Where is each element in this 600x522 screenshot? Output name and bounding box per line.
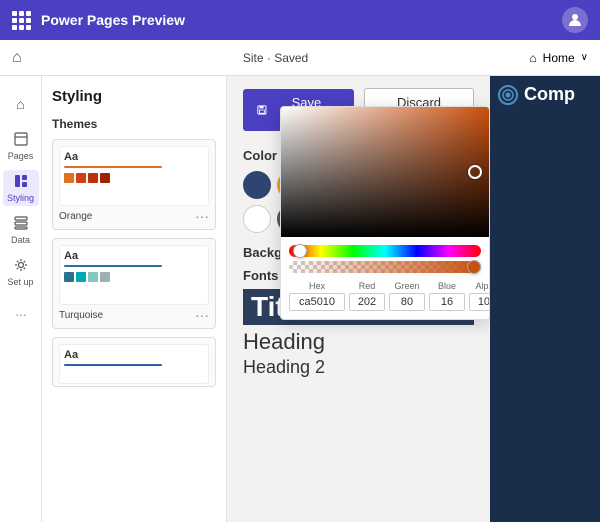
green-input[interactable] bbox=[389, 293, 425, 311]
nav-item-pages[interactable]: Pages bbox=[3, 128, 39, 164]
theme-preview-orange: Aa bbox=[59, 146, 209, 206]
theme-more-orange[interactable]: ··· bbox=[195, 209, 209, 223]
save-icon bbox=[257, 104, 267, 116]
preview-company-name: Comp bbox=[524, 84, 575, 105]
alpha-label: Alpha bbox=[469, 281, 490, 291]
preview-logo bbox=[498, 85, 518, 105]
theme-line-3 bbox=[64, 364, 162, 366]
nav-item-data[interactable]: Data bbox=[3, 212, 39, 248]
picker-alpha-slider[interactable] bbox=[289, 261, 481, 273]
picker-alpha-thumb[interactable] bbox=[467, 260, 481, 274]
home-nav-icon: ⌂ bbox=[16, 96, 24, 112]
blue-label: Blue bbox=[429, 281, 465, 291]
color-picker: Hex Red Green Blue Alpha bbox=[280, 106, 490, 320]
nav-item-more[interactable]: ··· bbox=[3, 296, 39, 332]
theme-preview-3: Aa bbox=[59, 344, 209, 384]
theme-line-orange bbox=[64, 166, 162, 168]
hex-input[interactable] bbox=[289, 293, 345, 311]
nav-item-home[interactable]: ⌂ bbox=[3, 86, 39, 122]
theme-footer-turquoise: Turquoise ··· bbox=[59, 305, 209, 322]
user-avatar[interactable] bbox=[562, 7, 588, 33]
picker-fields: Hex Red Green Blue Alpha bbox=[281, 281, 489, 319]
sidebar-title: Styling bbox=[52, 88, 216, 105]
home-icon[interactable]: ⌂ bbox=[12, 49, 22, 67]
nav-item-setup[interactable]: Set up bbox=[3, 254, 39, 290]
pages-icon bbox=[14, 132, 28, 149]
red-label: Red bbox=[349, 281, 385, 291]
preview-header: Comp bbox=[490, 76, 600, 113]
more-dots-icon: ··· bbox=[15, 306, 26, 322]
green-field-group: Green bbox=[389, 281, 425, 311]
theme-card-orange[interactable]: Aa Orange ··· bbox=[52, 139, 216, 230]
secondbar: ⌂ Site · Saved ⌂ Home ∨ bbox=[0, 40, 600, 76]
blue-input[interactable] bbox=[429, 293, 465, 311]
theme-swatches-orange bbox=[64, 173, 204, 183]
styling-icon bbox=[14, 174, 28, 191]
font-heading-preview: Heading bbox=[243, 329, 474, 355]
red-field-group: Red bbox=[349, 281, 385, 311]
data-icon bbox=[14, 216, 28, 233]
hex-label: Hex bbox=[289, 281, 345, 291]
theme-line-turquoise bbox=[64, 265, 162, 267]
themes-label: Themes bbox=[52, 117, 216, 131]
blue-field-group: Blue bbox=[429, 281, 465, 311]
theme-footer-orange: Orange ··· bbox=[59, 206, 209, 223]
hex-field-group: Hex bbox=[289, 281, 345, 311]
main-layout: ⌂ Pages Styling Data Set up bbox=[0, 76, 600, 522]
breadcrumb: ⌂ Home ∨ bbox=[529, 51, 588, 65]
theme-card-3[interactable]: Aa bbox=[52, 337, 216, 387]
picker-hue-slider[interactable] bbox=[289, 245, 481, 257]
app-title: Power Pages Preview bbox=[41, 12, 562, 28]
alpha-field-group: Alpha bbox=[469, 281, 490, 311]
theme-swatches-turquoise bbox=[64, 272, 204, 282]
theme-preview-turquoise: Aa bbox=[59, 245, 209, 305]
setup-icon bbox=[14, 258, 28, 275]
topbar: Power Pages Preview bbox=[0, 0, 600, 40]
content-area: Save changes Discard changes Color palet… bbox=[227, 76, 490, 522]
nav-item-styling[interactable]: Styling bbox=[3, 170, 39, 206]
picker-gradient-area[interactable] bbox=[281, 107, 489, 237]
green-label: Green bbox=[389, 281, 425, 291]
alpha-input[interactable] bbox=[469, 293, 490, 311]
picker-cursor[interactable] bbox=[468, 165, 482, 179]
apps-icon[interactable] bbox=[12, 11, 31, 30]
picker-alpha-gradient bbox=[289, 261, 481, 273]
left-nav: ⌂ Pages Styling Data Set up bbox=[0, 76, 42, 522]
preview-logo-icon bbox=[501, 88, 515, 102]
picker-gradient-bg bbox=[281, 107, 489, 237]
theme-more-turquoise[interactable]: ··· bbox=[195, 308, 209, 322]
picker-hue-thumb[interactable] bbox=[293, 244, 307, 258]
site-status: Site · Saved bbox=[22, 51, 530, 65]
styling-sidebar: Styling Themes Aa Orange ··· Aa bbox=[42, 76, 227, 522]
site-preview: Comp bbox=[490, 76, 600, 522]
palette-color-1[interactable] bbox=[243, 171, 271, 199]
theme-card-turquoise[interactable]: Aa Turquoise ··· bbox=[52, 238, 216, 329]
red-input[interactable] bbox=[349, 293, 385, 311]
font-heading2-preview: Heading 2 bbox=[243, 357, 474, 378]
breadcrumb-home-icon: ⌂ bbox=[529, 51, 536, 65]
palette-color-7[interactable] bbox=[243, 205, 271, 233]
